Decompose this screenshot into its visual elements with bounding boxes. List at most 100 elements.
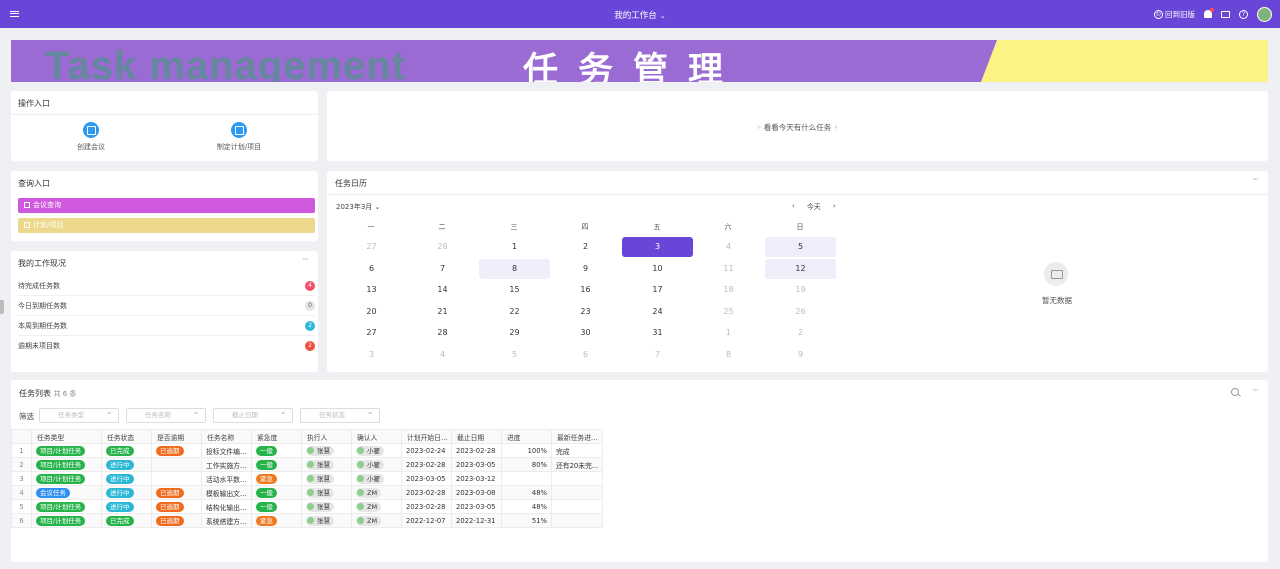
- table-row[interactable]: 4 会议任务 进行中 已逾期 模板输出文... 一般 张慧 ZM 2023-02-28 2023-…: [11, 485, 603, 500]
- table-cell: 2023-02-24: [401, 443, 452, 458]
- calendar-day[interactable]: 10: [622, 259, 693, 279]
- calendar-day[interactable]: 4: [407, 345, 478, 365]
- plan-project-button[interactable]: 计划/项目: [18, 218, 315, 233]
- calendar-day[interactable]: 29: [479, 323, 550, 343]
- month-selector[interactable]: 2023年3月 ⌄: [336, 202, 380, 212]
- calendar-day[interactable]: 20: [336, 302, 407, 322]
- table-cell: 2022-12-07: [401, 513, 452, 528]
- calendar-day[interactable]: 6: [550, 345, 621, 365]
- work-status-row[interactable]: 今日到期任务数 0: [18, 296, 315, 316]
- calendar-day[interactable]: 13: [336, 280, 407, 300]
- calendar-day[interactable]: 4: [693, 237, 764, 257]
- create-meeting-button[interactable]: 创建会议: [51, 122, 131, 152]
- more-icon[interactable]: ···: [1252, 386, 1259, 396]
- meeting-query-button[interactable]: 会议查询: [18, 198, 315, 213]
- table-cell: 2023-02-28: [401, 457, 452, 472]
- calendar-day[interactable]: 30: [550, 323, 621, 343]
- calendar-day[interactable]: 8: [479, 258, 550, 279]
- calendar-day[interactable]: 7: [622, 345, 693, 365]
- start-date: 2023-02-28: [406, 488, 446, 497]
- calendar-day[interactable]: 8: [693, 345, 764, 365]
- create-plan-button[interactable]: 制定计划/项目: [199, 122, 279, 152]
- calendar-day[interactable]: 2: [765, 323, 836, 343]
- column-header[interactable]: 进度: [501, 429, 552, 444]
- table-cell: 2023-02-28: [401, 485, 452, 500]
- help-icon[interactable]: ?: [1239, 9, 1248, 19]
- bell-icon[interactable]: [1204, 8, 1214, 18]
- calendar-day[interactable]: 24: [622, 302, 693, 322]
- calendar-day[interactable]: 27: [336, 323, 407, 343]
- calendar-day-today[interactable]: 3: [622, 237, 693, 257]
- calendar-day[interactable]: 3: [336, 345, 407, 365]
- table-cell: 已逾期: [151, 513, 202, 528]
- calendar-day[interactable]: 17: [622, 280, 693, 300]
- table-cell: 张慧: [301, 485, 352, 500]
- calendar-day[interactable]: 26: [765, 302, 836, 322]
- calendar-day[interactable]: 2: [550, 237, 621, 257]
- calendar-day[interactable]: 11: [693, 259, 764, 279]
- calendar-day[interactable]: 31: [622, 323, 693, 343]
- calendar-day[interactable]: 9: [550, 259, 621, 279]
- calendar-day[interactable]: 1: [693, 323, 764, 343]
- more-icon[interactable]: ···: [1252, 175, 1259, 185]
- table-row[interactable]: 5 项目/计划任务 进行中 已逾期 结构化输出... 一般 张慧 ZM 2023-02-28 20…: [11, 499, 603, 514]
- calendar-day[interactable]: 27: [336, 237, 407, 257]
- banner-chinese-text: 任务管理: [523, 51, 744, 82]
- calendar-day[interactable]: 28: [407, 237, 478, 257]
- work-status-row[interactable]: 待完成任务数 4: [18, 276, 315, 296]
- calendar-day[interactable]: 15: [479, 280, 550, 300]
- banner-english-text: Task management: [45, 44, 407, 82]
- search-icon[interactable]: [1231, 388, 1239, 396]
- calendar-day[interactable]: 12: [765, 258, 836, 279]
- deadline-filter[interactable]: 截止日期: [213, 406, 293, 423]
- table-cell: 6: [11, 513, 32, 528]
- next-month-arrow[interactable]: ›: [833, 202, 836, 212]
- column-header[interactable]: 执行人: [301, 429, 352, 444]
- table-row[interactable]: 3 项目/计划任务 进行中 活动水平数... 紧急 张慧 小翟 2023-03-05 2023-…: [11, 471, 603, 486]
- table-row[interactable]: 1 项目/计划任务 已完成 已逾期 投标文件编... 一般 张慧 小翟 2023-02-24 20…: [11, 443, 603, 458]
- calendar-day[interactable]: 16: [550, 280, 621, 300]
- calendar-day[interactable]: 9: [765, 345, 836, 365]
- task-name-filter[interactable]: 任务名称: [126, 406, 206, 423]
- column-header[interactable]: 任务名称: [201, 429, 252, 444]
- today-button[interactable]: 今天: [807, 202, 821, 212]
- calendar-day[interactable]: 18: [693, 280, 764, 300]
- column-header[interactable]: 任务状态: [101, 429, 152, 444]
- message-icon[interactable]: [1221, 10, 1230, 18]
- calendar-day[interactable]: 7: [407, 259, 478, 279]
- column-header[interactable]: 是否逾期: [151, 429, 202, 444]
- calendar-day[interactable]: 28: [407, 323, 478, 343]
- calendar-day[interactable]: 19: [765, 280, 836, 300]
- calendar-day[interactable]: 14: [407, 280, 478, 300]
- column-header[interactable]: 紧急度: [251, 429, 302, 444]
- column-header[interactable]: 最新任务进...: [551, 429, 603, 444]
- confirmer-name: ZM: [367, 488, 378, 497]
- table-row[interactable]: 2 项目/计划任务 进行中 工作实施方... 一般 张慧 小翟 2023-02-28 2023-…: [11, 457, 603, 472]
- calendar-day[interactable]: 23: [550, 302, 621, 322]
- calendar-day[interactable]: 1: [479, 237, 550, 257]
- scroll-handle[interactable]: [0, 300, 4, 314]
- calendar-day[interactable]: 5: [479, 345, 550, 365]
- return-old-version-link[interactable]: © 回到旧版: [1154, 9, 1195, 20]
- calendar-day[interactable]: 5: [765, 237, 836, 257]
- table-header-row: 任务类型 任务状态 是否逾期 任务名称 紧急度 执行人 确认人 计划开始日... 截止日期 进度最…: [11, 429, 603, 444]
- table-row[interactable]: 6 项目/计划任务 已完成 已逾期 系统搭建方... 紧急 张慧 ZM 2022-12-07 20…: [11, 513, 603, 528]
- table-cell: 张慧: [301, 457, 352, 472]
- calendar-day[interactable]: 22: [479, 302, 550, 322]
- calendar-day[interactable]: 25: [693, 302, 764, 322]
- workspace-switcher[interactable]: 我的工作台 ⌄: [0, 9, 1280, 21]
- prev-month-arrow[interactable]: ‹: [792, 202, 795, 212]
- calendar-day[interactable]: 21: [407, 302, 478, 322]
- avatar[interactable]: [1257, 6, 1272, 22]
- work-status-row[interactable]: 本周到期任务数 2: [18, 316, 315, 336]
- task-status-filter[interactable]: 任务状态: [300, 406, 380, 423]
- column-header[interactable]: 计划开始日...: [401, 429, 452, 444]
- count-badge: 4: [305, 281, 315, 291]
- task-type-filter[interactable]: 任务类型: [39, 406, 119, 423]
- calendar-day[interactable]: 6: [336, 259, 407, 279]
- column-header[interactable]: 确认人: [351, 429, 402, 444]
- column-header[interactable]: 任务类型: [31, 429, 102, 444]
- column-header[interactable]: 截止日期: [451, 429, 502, 444]
- work-status-row[interactable]: 逾期未项目数 2: [18, 336, 315, 356]
- more-icon[interactable]: ···: [302, 255, 309, 265]
